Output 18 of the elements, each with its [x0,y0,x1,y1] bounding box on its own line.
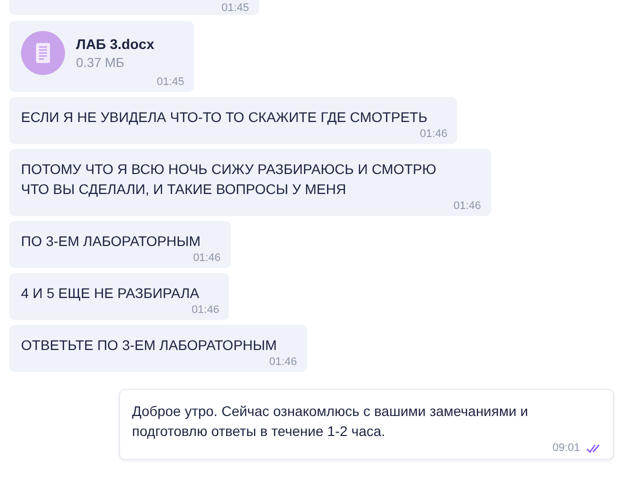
document-icon [21,31,65,75]
message-time: 09:01 [552,441,580,455]
message-text: ЕСЛИ Я НЕ УВИДЕЛА ЧТО-ТО ТО СКАЖИТЕ ГДЕ СМОТРЕТЬ [21,108,428,127]
message-time: 01:46 [453,199,481,213]
message-time: 01:45 [156,75,184,89]
message-text: Доброе утро. Сейчас ознакомлюсь с вашими замечаниями и подготовлю ответы в течение 1-2 часа. [132,402,530,441]
message-time: 01:46 [420,127,448,141]
file-message[interactable]: ЛАБ 3.docx 0.37 МБ 01:45 [9,21,194,92]
message-time: 01:46 [269,355,297,369]
message-text: ПО 3-ЕМ ЛАБОРАТОРНЫМ [21,232,202,251]
message-time: 01:46 [193,251,221,265]
message-time: 01:45 [221,2,249,15]
file-name: ЛАБ 3.docx [76,36,154,52]
message-text: ОТВЕТЬТЕ ПО 3-ЕМ ЛАБОРАТОРНЫМ [21,336,278,355]
message-time: 01:46 [192,303,220,317]
message-text: 4 И 5 ЕЩЕ НЕ РАЗБИРАЛА [21,284,200,303]
message-text: ПОТОМУ ЧТО Я ВСЮ НОЧЬ СИЖУ РАЗБИРАЮСЬ И СМОТРЮ ЧТО ВЫ СДЕЛАЛИ, И ТАКИЕ ВОПРОСЫ У МЕНЯ [21,160,438,199]
file-size: 0.37 МБ [76,55,126,70]
